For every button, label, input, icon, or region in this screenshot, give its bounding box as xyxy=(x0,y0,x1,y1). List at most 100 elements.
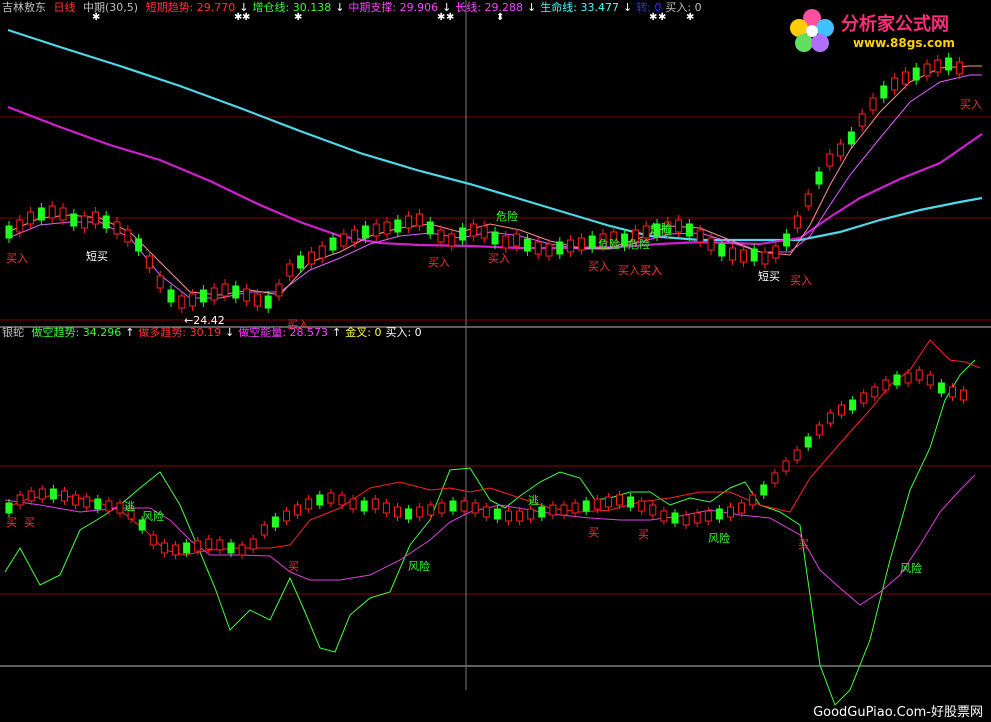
bottom-candle-54 xyxy=(604,496,612,508)
long-line xyxy=(7,105,983,250)
top-signal-3: 买入 xyxy=(428,256,450,269)
top-signal-5: 危险 xyxy=(496,210,518,223)
bottom-candle-26 xyxy=(294,504,302,516)
top-candle-62 xyxy=(675,219,683,233)
top-candle-39 xyxy=(426,221,434,235)
top-candle-48 xyxy=(523,238,531,252)
bottom-candle-2 xyxy=(27,490,35,502)
top-signal-8: 买入 xyxy=(618,264,640,277)
chart-canvas[interactable]: ✱ ✱ ✱ ✱ ✱ ✱ ⬍ ✱ ✱ ✱ xyxy=(0,0,991,722)
bottom-signal-0: 买 xyxy=(6,516,17,529)
top-candle-72 xyxy=(783,233,791,247)
bottom-candle-19 xyxy=(216,539,224,551)
bottom-candle-61 xyxy=(682,514,690,526)
top-candle-22 xyxy=(243,288,251,302)
top-candle-17 xyxy=(189,293,197,307)
top-candle-1 xyxy=(16,219,24,233)
bottom-header-item-6: 金叉: 0 xyxy=(345,326,382,339)
bottom-candle-72 xyxy=(804,436,812,448)
top-header-item-5: ↓ xyxy=(442,1,452,14)
top-candle-64 xyxy=(696,229,704,243)
logo-brand: 分析家公式网 xyxy=(841,14,949,35)
life-line xyxy=(7,28,983,242)
bottom-signal-1: 买 xyxy=(24,516,35,529)
bottom-candle-25 xyxy=(283,510,290,522)
bottom-candle-49 xyxy=(549,504,557,516)
bottom-candle-80 xyxy=(893,374,901,386)
bottom-candle-52 xyxy=(582,500,590,512)
top-candle-51 xyxy=(556,241,564,255)
bottom-candle-57 xyxy=(638,500,646,512)
bottom-candle-58 xyxy=(649,504,657,516)
top-candle-53 xyxy=(577,237,585,251)
bottom-signal-3: 风险 xyxy=(142,510,164,523)
top-signal-0: 买入 xyxy=(6,252,28,265)
bottom-candle-5 xyxy=(61,490,68,502)
logo-url: www.88gs.com xyxy=(853,36,955,50)
top-signal-16: 买入 xyxy=(640,264,662,277)
bottom-candle-16 xyxy=(183,542,191,554)
bottom-candle-36 xyxy=(405,508,413,520)
top-candle-49 xyxy=(534,241,542,255)
top-header-item-0: 短期趋势: 29.770 xyxy=(145,1,236,14)
top-candle-12 xyxy=(135,238,143,252)
top-candle-27 xyxy=(297,255,305,269)
top-candle-30 xyxy=(329,237,337,251)
footer-watermark: GoodGuPiao.Com-好股票网 xyxy=(813,705,983,720)
top-header-item-7: ↓ xyxy=(527,1,537,14)
top-candle-63 xyxy=(685,223,693,237)
bottom-candle-42 xyxy=(471,502,479,514)
top-candle-54 xyxy=(588,235,596,249)
site-logo: 分析家公式网 www.88gs.com xyxy=(783,4,983,58)
top-candle-43 xyxy=(469,223,477,237)
bottom-candles xyxy=(5,366,968,559)
top-candle-13 xyxy=(145,255,153,269)
top-signal-6: 买入 xyxy=(588,260,610,273)
top-pane-grid xyxy=(0,0,991,690)
bottom-signal-6: 逃 xyxy=(528,494,539,507)
top-candle-47 xyxy=(513,233,521,247)
indicator-name[interactable]: 银蛇 xyxy=(2,326,24,339)
bottom-candle-8 xyxy=(94,498,102,510)
top-signal-12: 危险 xyxy=(650,224,672,237)
top-candle-71 xyxy=(772,245,780,259)
top-candle-29 xyxy=(318,245,326,259)
bottom-candle-27 xyxy=(305,498,313,510)
bottom-signal-11: 风险 xyxy=(900,562,922,575)
bottom-candle-44 xyxy=(493,508,501,520)
top-candle-23 xyxy=(253,293,261,307)
bottom-signal-4: 买 xyxy=(288,560,299,573)
bottom-candle-67 xyxy=(749,494,757,506)
bottom-signal-10: 买 xyxy=(798,538,809,551)
bottom-signal-5: 风险 xyxy=(408,560,430,573)
bottom-candle-34 xyxy=(382,502,390,514)
top-header-item-2: 增仓线: 30.138 xyxy=(252,1,332,14)
bottom-candle-41 xyxy=(460,500,468,512)
top-signal-15: 买入 xyxy=(960,98,982,111)
top-signal-7: 危险 xyxy=(598,238,620,251)
top-candle-37 xyxy=(405,215,413,229)
top-candle-77 xyxy=(837,143,845,157)
bottom-candle-39 xyxy=(438,502,446,514)
bottom-candle-28 xyxy=(316,494,324,506)
bottom-candle-55 xyxy=(616,494,623,506)
bottom-candle-21 xyxy=(238,544,246,556)
indicator-label[interactable]: 中期(30,5) xyxy=(83,1,138,14)
stock-name[interactable]: 吉林敖东 xyxy=(2,1,46,14)
top-candle-52 xyxy=(567,239,575,253)
top-candle-87 xyxy=(945,57,953,71)
bottom-header: 银蛇 做空趋势: 34.296 ↑ 做多趋势: 30.19 ↓ 做空能量: 28.573… xyxy=(2,325,430,341)
flower-logo-icon xyxy=(790,9,834,52)
top-candle-81 xyxy=(880,85,888,99)
bottom-candle-7 xyxy=(83,496,91,508)
period-label[interactable]: 日线 xyxy=(54,1,76,14)
top-candle-69 xyxy=(750,248,758,262)
top-candle-38 xyxy=(415,213,423,227)
top-candle-4 xyxy=(48,205,56,219)
bottom-candle-79 xyxy=(882,379,890,391)
bottom-candle-9 xyxy=(105,500,113,512)
top-candle-21 xyxy=(232,285,240,299)
top-candle-57 xyxy=(621,233,629,247)
bottom-candle-30 xyxy=(338,494,346,506)
bottom-candle-47 xyxy=(527,508,535,520)
